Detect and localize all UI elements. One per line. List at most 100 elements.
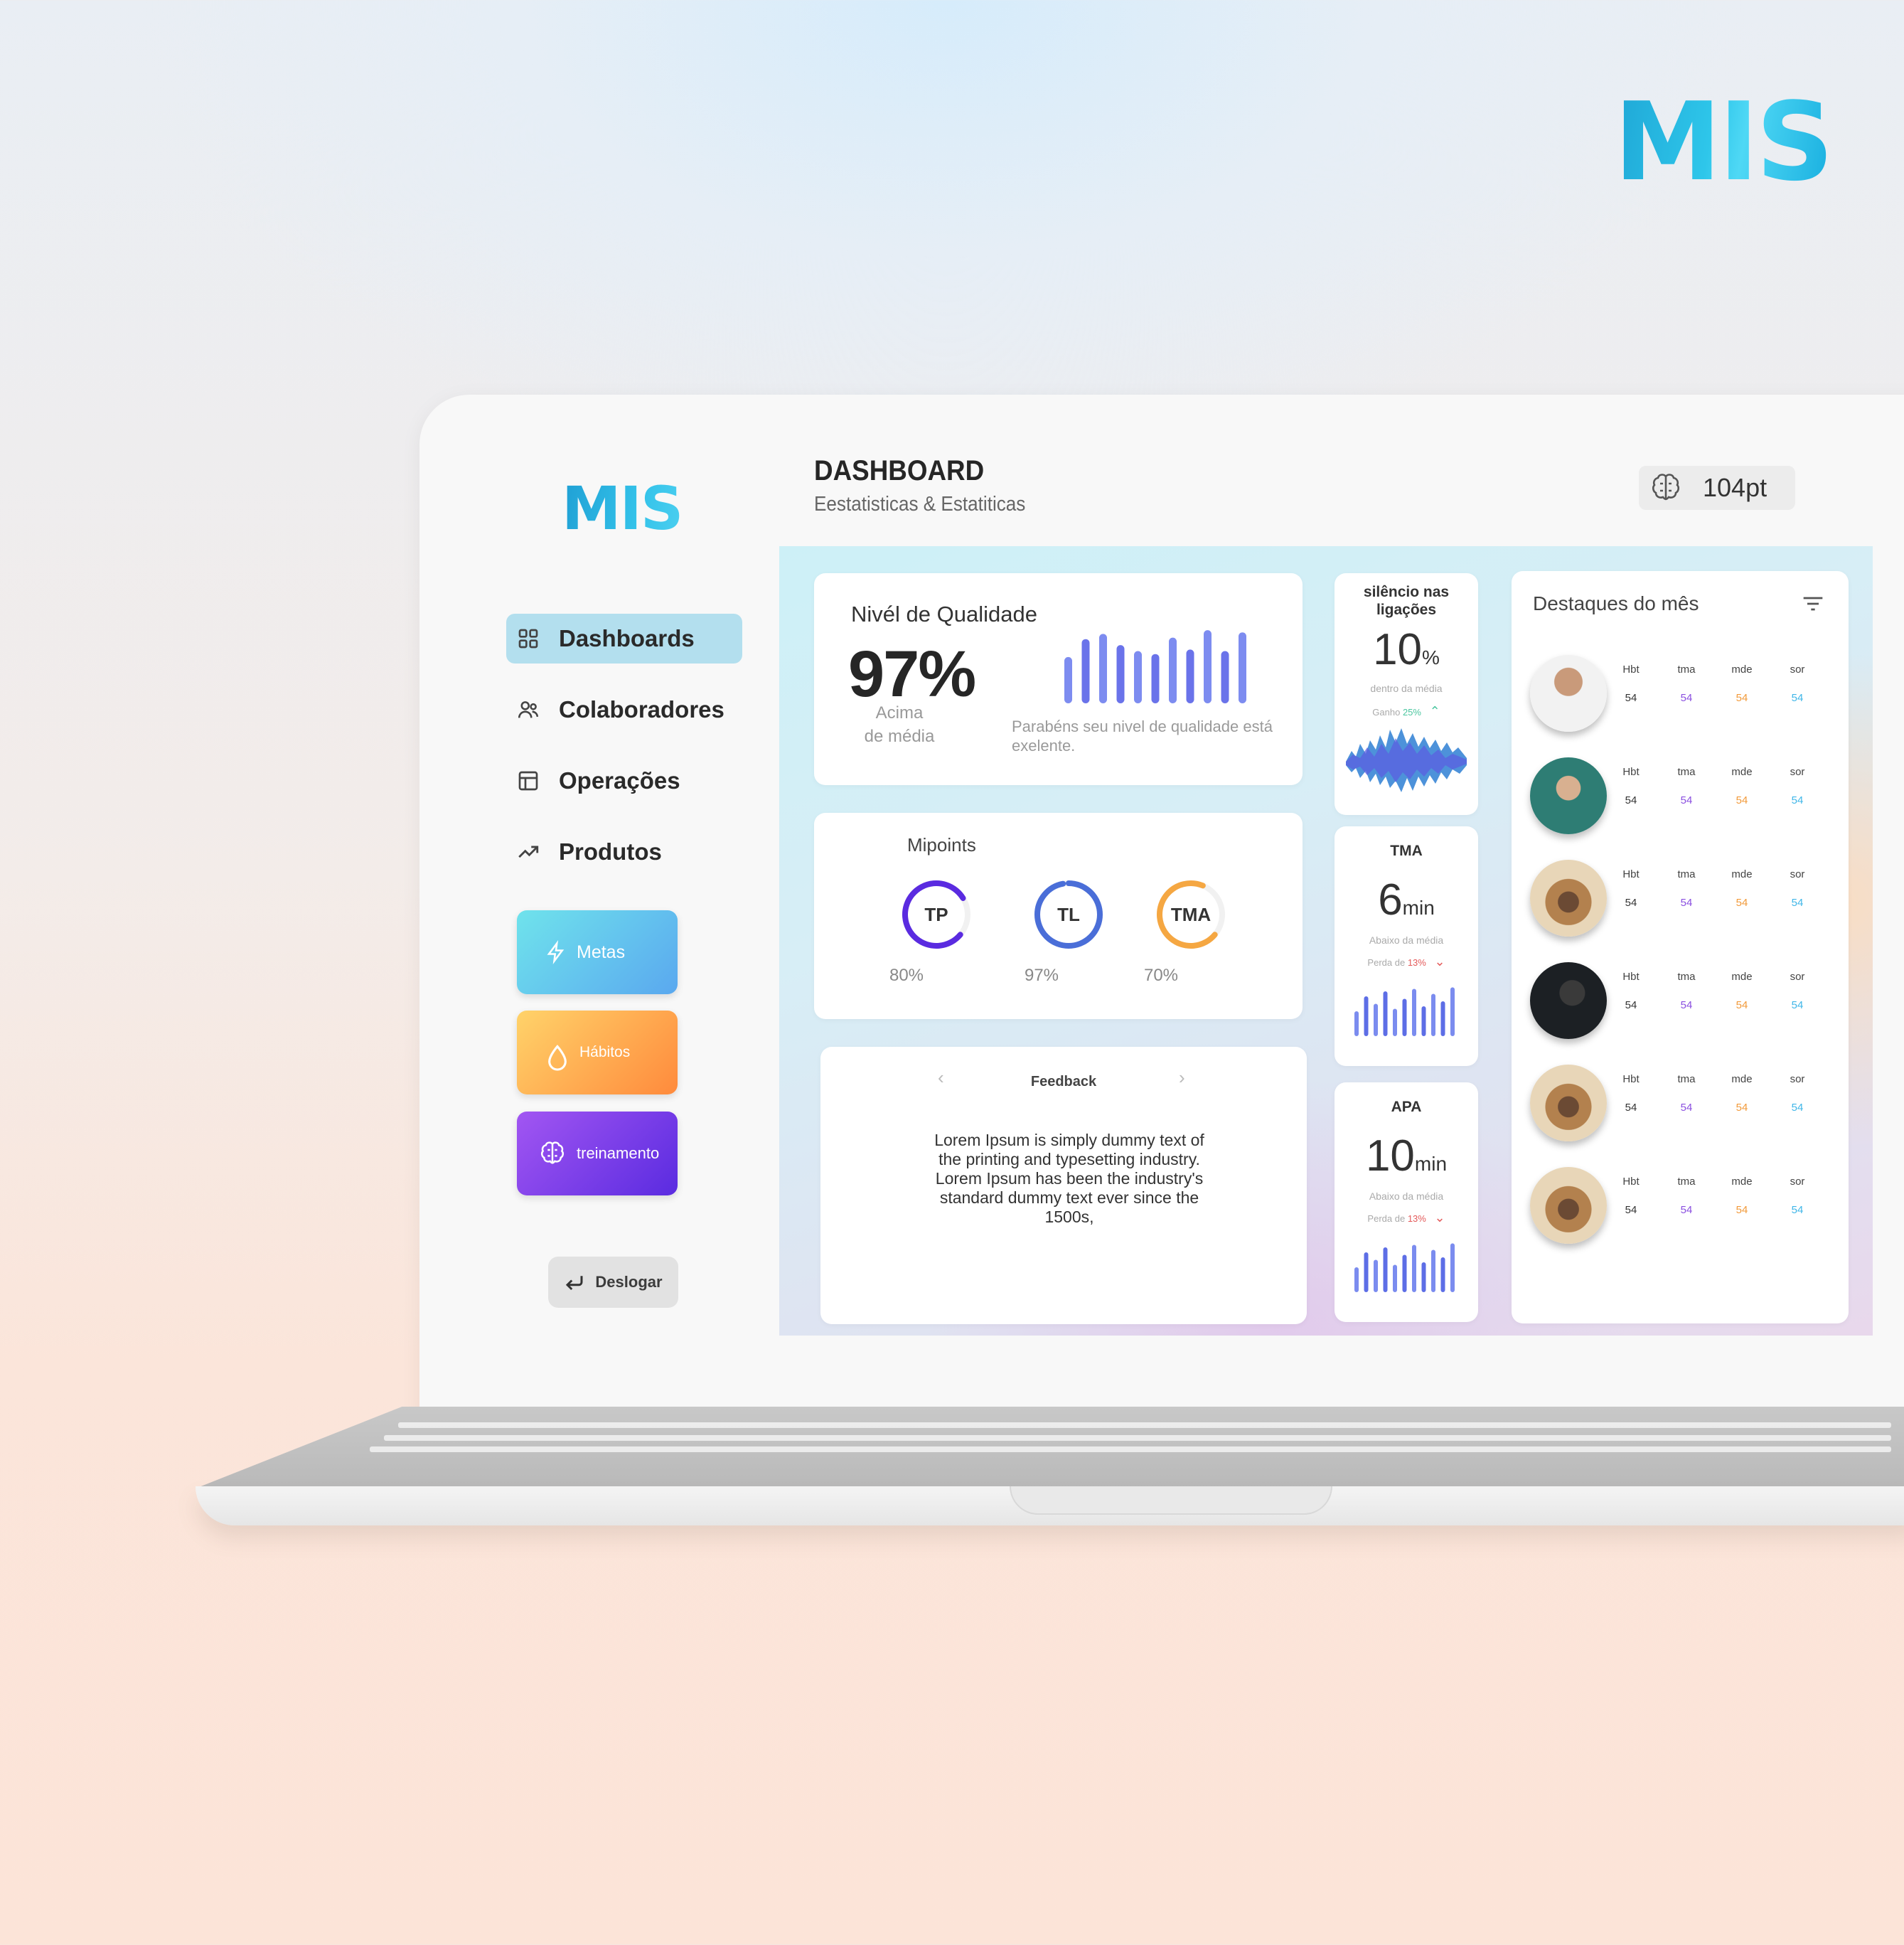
chart-bar (1393, 1264, 1397, 1292)
feedback-card: ‹ Feedback › Lorem Ipsum is simply dummy… (820, 1047, 1307, 1324)
points-badge[interactable]: 104pt (1639, 466, 1795, 510)
stat-value: 54 (1625, 1102, 1637, 1114)
chart-bar (1099, 634, 1107, 703)
chart-bar (1169, 637, 1177, 703)
stat-value: 54 (1735, 999, 1748, 1011)
stat-header: tma (1677, 1176, 1696, 1188)
stat-header: tma (1677, 766, 1696, 778)
trending-up-icon (515, 838, 542, 865)
stat-header: mde (1731, 868, 1753, 880)
stat-header: Hbt (1622, 664, 1640, 676)
apa-metric: 10min (1335, 1131, 1478, 1181)
apa-number: 10 (1365, 1131, 1415, 1181)
stat-value: 54 (1791, 1204, 1804, 1216)
filter-icon[interactable] (1802, 595, 1824, 612)
chart-bar (1412, 989, 1416, 1036)
chart-bar (1151, 654, 1160, 703)
chevron-up-icon: ⌃ (1429, 704, 1440, 718)
stat-header: sor (1790, 766, 1805, 778)
waveform-chart (1346, 728, 1467, 792)
silence-card: silêncio nas ligações 10% dentro da médi… (1335, 573, 1478, 815)
sidebar-item-operacoes[interactable]: Operações (506, 756, 742, 806)
chart-bar (1402, 1254, 1407, 1292)
avatar[interactable] (1530, 1167, 1607, 1244)
metas-tile[interactable]: Metas (517, 910, 678, 994)
stat-value: 54 (1791, 1102, 1804, 1114)
stat-value: 54 (1791, 794, 1804, 806)
silence-title: silêncio nas ligações (1363, 584, 1450, 618)
trend-value: 13% (1407, 1213, 1426, 1224)
chart-bar (1374, 1003, 1378, 1036)
tma-number: 6 (1378, 875, 1403, 924)
stat-value: 54 (1791, 999, 1804, 1011)
stat-header: mde (1731, 664, 1753, 676)
stat-value: 54 (1735, 1204, 1748, 1216)
logout-button[interactable]: Deslogar (548, 1257, 678, 1308)
chart-bar (1450, 987, 1455, 1036)
chart-bar (1374, 1259, 1378, 1292)
trend-label: Perda de (1367, 1213, 1406, 1224)
stat-header: sor (1790, 868, 1805, 880)
page-subtitle: Eestatisticas & Estatiticas (814, 493, 1026, 516)
chevron-down-icon: ⌄ (1434, 1210, 1445, 1225)
stat-header: tma (1677, 971, 1696, 983)
stat-value: 54 (1735, 794, 1748, 806)
apa-trend: Perda de 13% ⌄ (1335, 1210, 1478, 1225)
tma-unit: min (1402, 897, 1435, 919)
stat-value: 54 (1735, 1102, 1748, 1114)
stat-header: mde (1731, 1073, 1753, 1085)
avatar[interactable] (1530, 1065, 1607, 1141)
stat-value: 54 (1680, 1204, 1693, 1216)
chevron-right-icon[interactable]: › (1179, 1067, 1185, 1089)
apa-note: Abaixo da média (1369, 1190, 1444, 1202)
brain-icon (538, 1139, 567, 1168)
mipoints-rings: TP TL TMA (902, 880, 1225, 949)
stat-header: mde (1731, 766, 1753, 778)
stat-value: 54 (1625, 897, 1637, 909)
chart-bar (1383, 991, 1388, 1036)
silence-number: 10 (1373, 625, 1423, 674)
feedback-title: Feedback (1030, 1074, 1097, 1089)
stat-value: 54 (1680, 692, 1693, 704)
lightning-icon (545, 940, 567, 964)
apa-title: APA (1391, 1099, 1422, 1115)
chart-bar (1440, 1001, 1445, 1036)
avatar[interactable] (1530, 757, 1607, 834)
trend-label: Ganho (1372, 707, 1401, 718)
stat-value: 54 (1625, 794, 1637, 806)
silence-unit: % (1422, 646, 1440, 668)
stat-value: 54 (1625, 1204, 1637, 1216)
feedback-text: Lorem Ipsum is simply dummy text of the … (934, 1131, 1204, 1226)
chart-bar (1450, 1243, 1455, 1292)
stat-value: 54 (1735, 897, 1748, 909)
tile-label: Hábitos (579, 1044, 631, 1060)
treinamento-tile[interactable]: treinamento (517, 1112, 678, 1195)
users-icon (515, 696, 542, 723)
mipoints-card: Mipoints TP TL TMA 80% 97% 70% (814, 813, 1303, 1019)
stat-header: Hbt (1622, 868, 1640, 880)
stat-value: 54 (1625, 692, 1637, 704)
sidebar-item-produtos[interactable]: Produtos (506, 827, 742, 877)
tile-label: Metas (577, 942, 626, 962)
sidebar-item-dashboards[interactable]: Dashboards (506, 614, 742, 664)
ring-label: TMA (1171, 904, 1212, 925)
stat-header: mde (1731, 971, 1753, 983)
tma-value: 70% (1143, 966, 1179, 985)
chart-bar (1239, 632, 1246, 703)
tma-card: TMA 6min Abaixo da média Perda de 13% ⌄ (1335, 826, 1478, 1066)
stat-header: sor (1790, 1176, 1805, 1188)
chart-bar (1354, 1267, 1359, 1292)
trend-label: Perda de (1367, 957, 1406, 968)
avatar[interactable] (1530, 655, 1607, 732)
stat-value: 54 (1791, 897, 1804, 909)
stat-header: sor (1790, 1073, 1805, 1085)
drop-icon (545, 1043, 569, 1072)
avatar[interactable] (1530, 962, 1607, 1039)
chart-bar (1421, 1006, 1426, 1036)
chevron-down-icon: ⌄ (1434, 954, 1445, 969)
chart-bar (1431, 1249, 1435, 1292)
avatar[interactable] (1530, 860, 1607, 937)
apa-bar-chart (1354, 1243, 1455, 1292)
sidebar-item-colaboradores[interactable]: Colaboradores (506, 685, 742, 735)
habitos-tile[interactable]: Hábitos (517, 1011, 678, 1094)
